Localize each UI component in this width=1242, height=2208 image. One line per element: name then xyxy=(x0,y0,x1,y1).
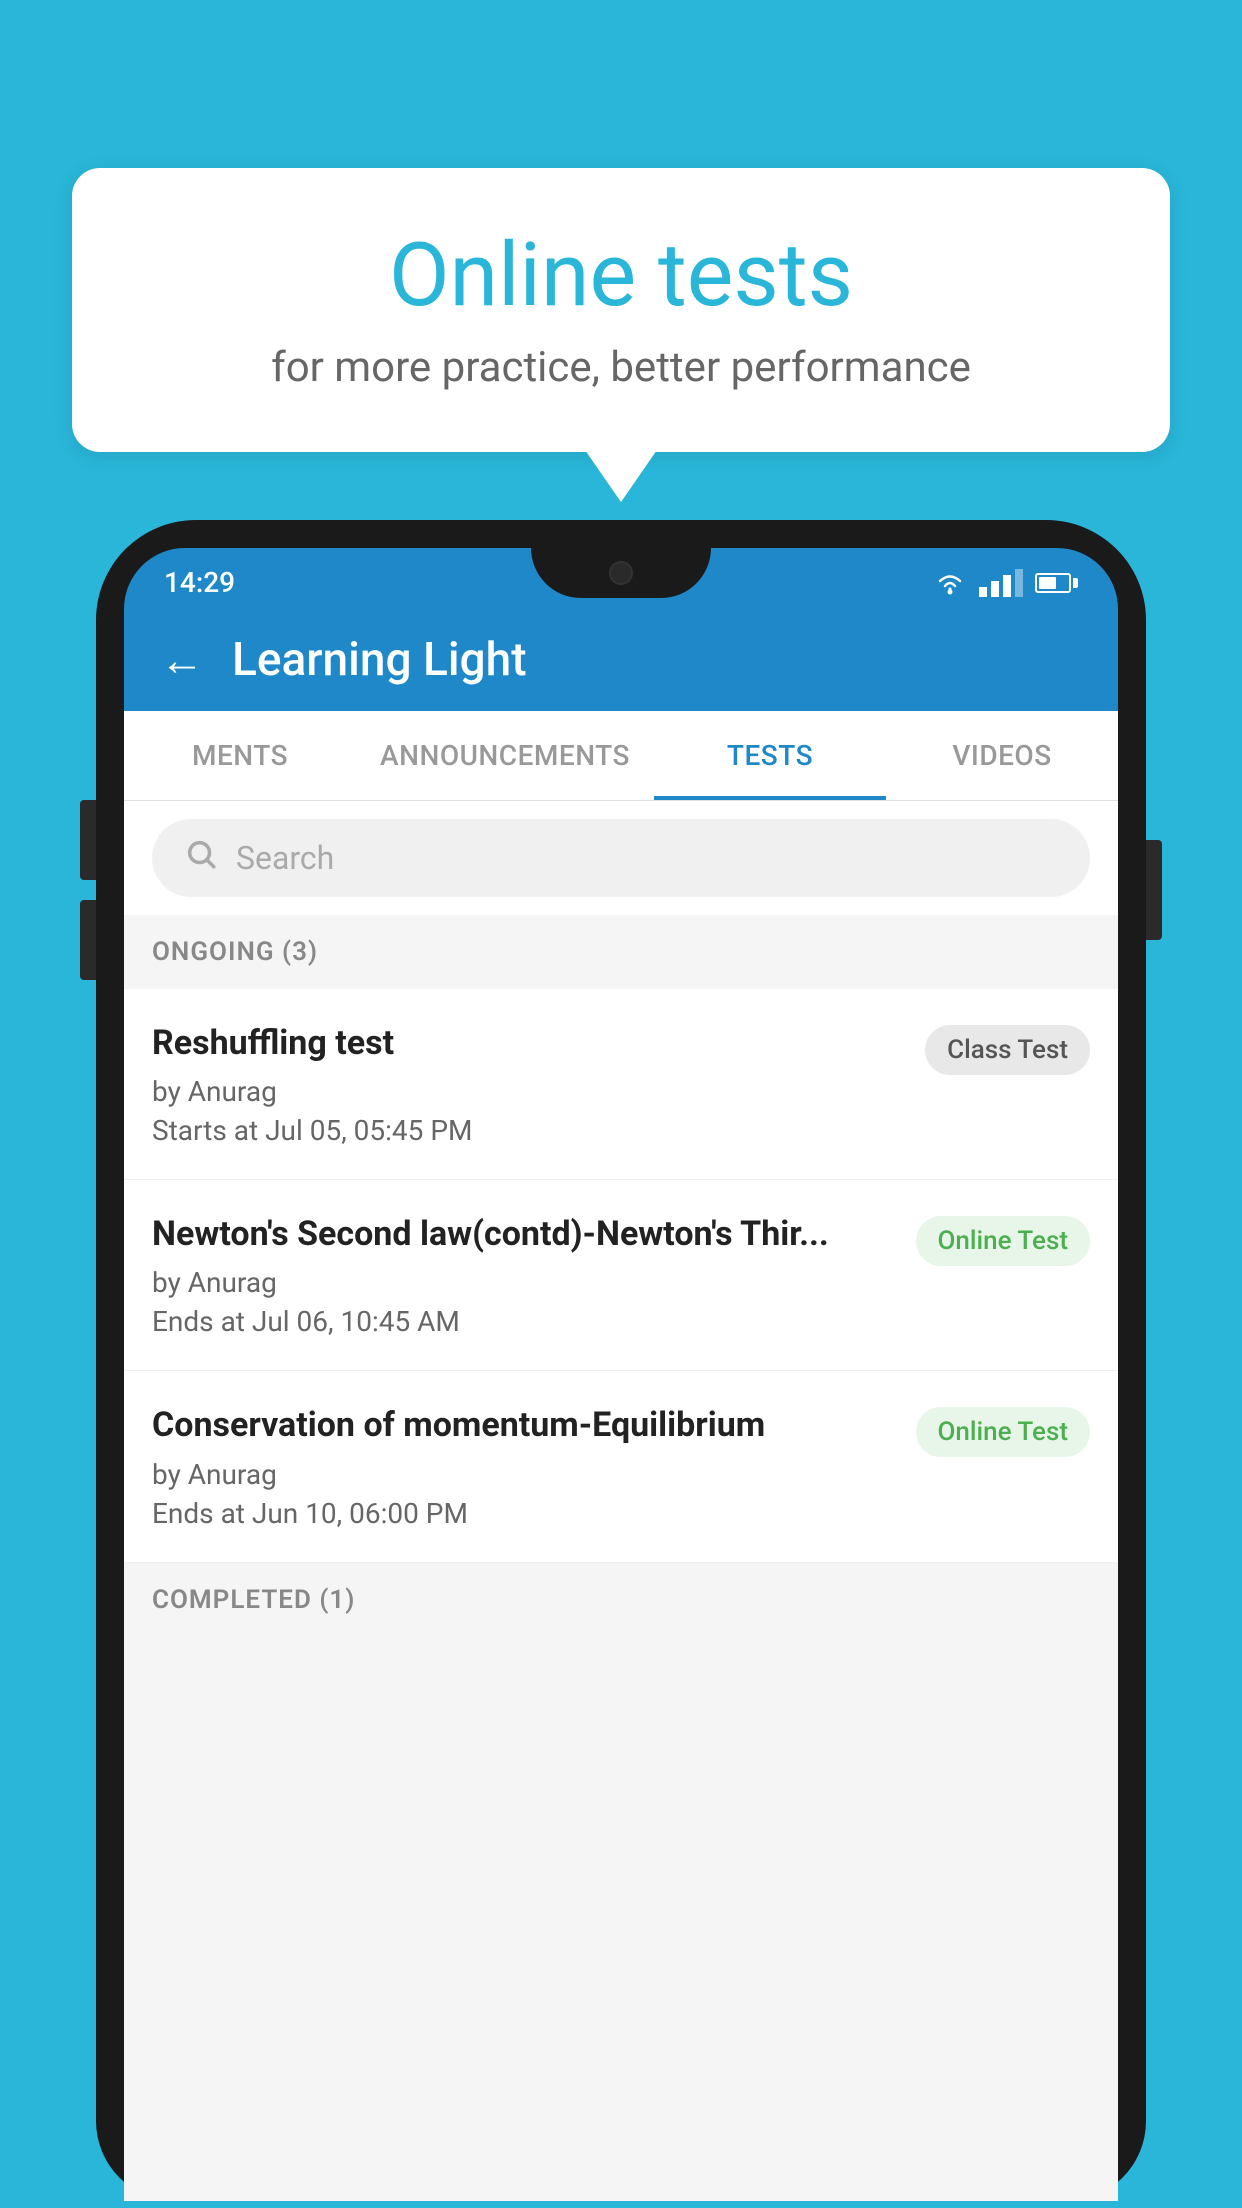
phone-mockup: 14:29 xyxy=(96,520,1146,2208)
test-time-reshuffling: Starts at Jul 05, 05:45 PM xyxy=(152,1114,905,1147)
battery-fill xyxy=(1039,577,1056,589)
ongoing-label: ONGOING (3) xyxy=(152,937,318,967)
test-name-newton: Newton's Second law(contd)-Newton's Thir… xyxy=(152,1212,896,1256)
test-time-conservation: Ends at Jun 10, 06:00 PM xyxy=(152,1497,896,1530)
signal-bar-2 xyxy=(991,581,999,597)
power-button xyxy=(1146,840,1162,940)
tab-tests[interactable]: TESTS xyxy=(654,711,886,800)
completed-section-header: COMPLETED (1) xyxy=(124,1563,1118,1637)
test-info-newton: Newton's Second law(contd)-Newton's Thir… xyxy=(152,1212,916,1338)
volume-up-button xyxy=(80,800,96,880)
search-placeholder: Search xyxy=(236,839,334,877)
test-info-reshuffling: Reshuffling test by Anurag Starts at Jul… xyxy=(152,1021,925,1147)
app-title: Learning Light xyxy=(232,633,527,687)
signal-bar-3 xyxy=(1003,575,1011,597)
ongoing-section-header: ONGOING (3) xyxy=(124,915,1118,989)
test-item-newton[interactable]: Newton's Second law(contd)-Newton's Thir… xyxy=(124,1180,1118,1371)
test-badge-reshuffling: Class Test xyxy=(925,1025,1090,1075)
volume-down-button xyxy=(80,900,96,980)
front-camera xyxy=(609,561,633,585)
battery-tip xyxy=(1073,578,1078,588)
phone-notch xyxy=(531,548,711,598)
tab-announcements[interactable]: ANNOUNCEMENTS xyxy=(356,711,654,800)
search-icon xyxy=(184,837,218,879)
test-item-conservation[interactable]: Conservation of momentum-Equilibrium by … xyxy=(124,1371,1118,1562)
tabs-bar: MENTS ANNOUNCEMENTS TESTS VIDEOS xyxy=(124,711,1118,801)
test-name-conservation: Conservation of momentum-Equilibrium xyxy=(152,1403,896,1447)
test-name-reshuffling: Reshuffling test xyxy=(152,1021,905,1065)
test-item-reshuffling[interactable]: Reshuffling test by Anurag Starts at Jul… xyxy=(124,989,1118,1180)
search-container: Search xyxy=(124,801,1118,915)
test-list: Reshuffling test by Anurag Starts at Jul… xyxy=(124,989,1118,1563)
tab-videos[interactable]: VIDEOS xyxy=(886,711,1118,800)
search-input-wrapper[interactable]: Search xyxy=(152,819,1090,897)
tab-ments[interactable]: MENTS xyxy=(124,711,356,800)
status-icons xyxy=(933,569,1078,597)
back-button[interactable]: ← xyxy=(160,638,204,682)
test-author-reshuffling: by Anurag xyxy=(152,1075,905,1108)
completed-label: COMPLETED (1) xyxy=(152,1585,355,1615)
phone-frame: 14:29 xyxy=(96,520,1146,2201)
test-author-newton: by Anurag xyxy=(152,1266,896,1299)
test-author-conservation: by Anurag xyxy=(152,1458,896,1491)
test-info-conservation: Conservation of momentum-Equilibrium by … xyxy=(152,1403,916,1529)
online-tests-title: Online tests xyxy=(152,228,1090,325)
status-bar: 14:29 xyxy=(124,548,1118,609)
test-badge-conservation: Online Test xyxy=(916,1407,1091,1457)
wifi-icon xyxy=(933,569,967,597)
signal-bar-1 xyxy=(979,587,987,597)
test-badge-newton: Online Test xyxy=(916,1216,1091,1266)
speech-bubble: Online tests for more practice, better p… xyxy=(72,168,1170,452)
signal-bar-4 xyxy=(1015,569,1023,597)
status-time: 14:29 xyxy=(164,566,235,599)
battery-icon xyxy=(1035,573,1078,593)
battery-body xyxy=(1035,573,1071,593)
app-header: ← Learning Light xyxy=(124,609,1118,711)
test-time-newton: Ends at Jul 06, 10:45 AM xyxy=(152,1305,896,1338)
signal-bars xyxy=(979,569,1023,597)
phone-content: Search ONGOING (3) Reshuffling test by A… xyxy=(124,801,1118,2201)
online-tests-subtitle: for more practice, better performance xyxy=(152,343,1090,392)
